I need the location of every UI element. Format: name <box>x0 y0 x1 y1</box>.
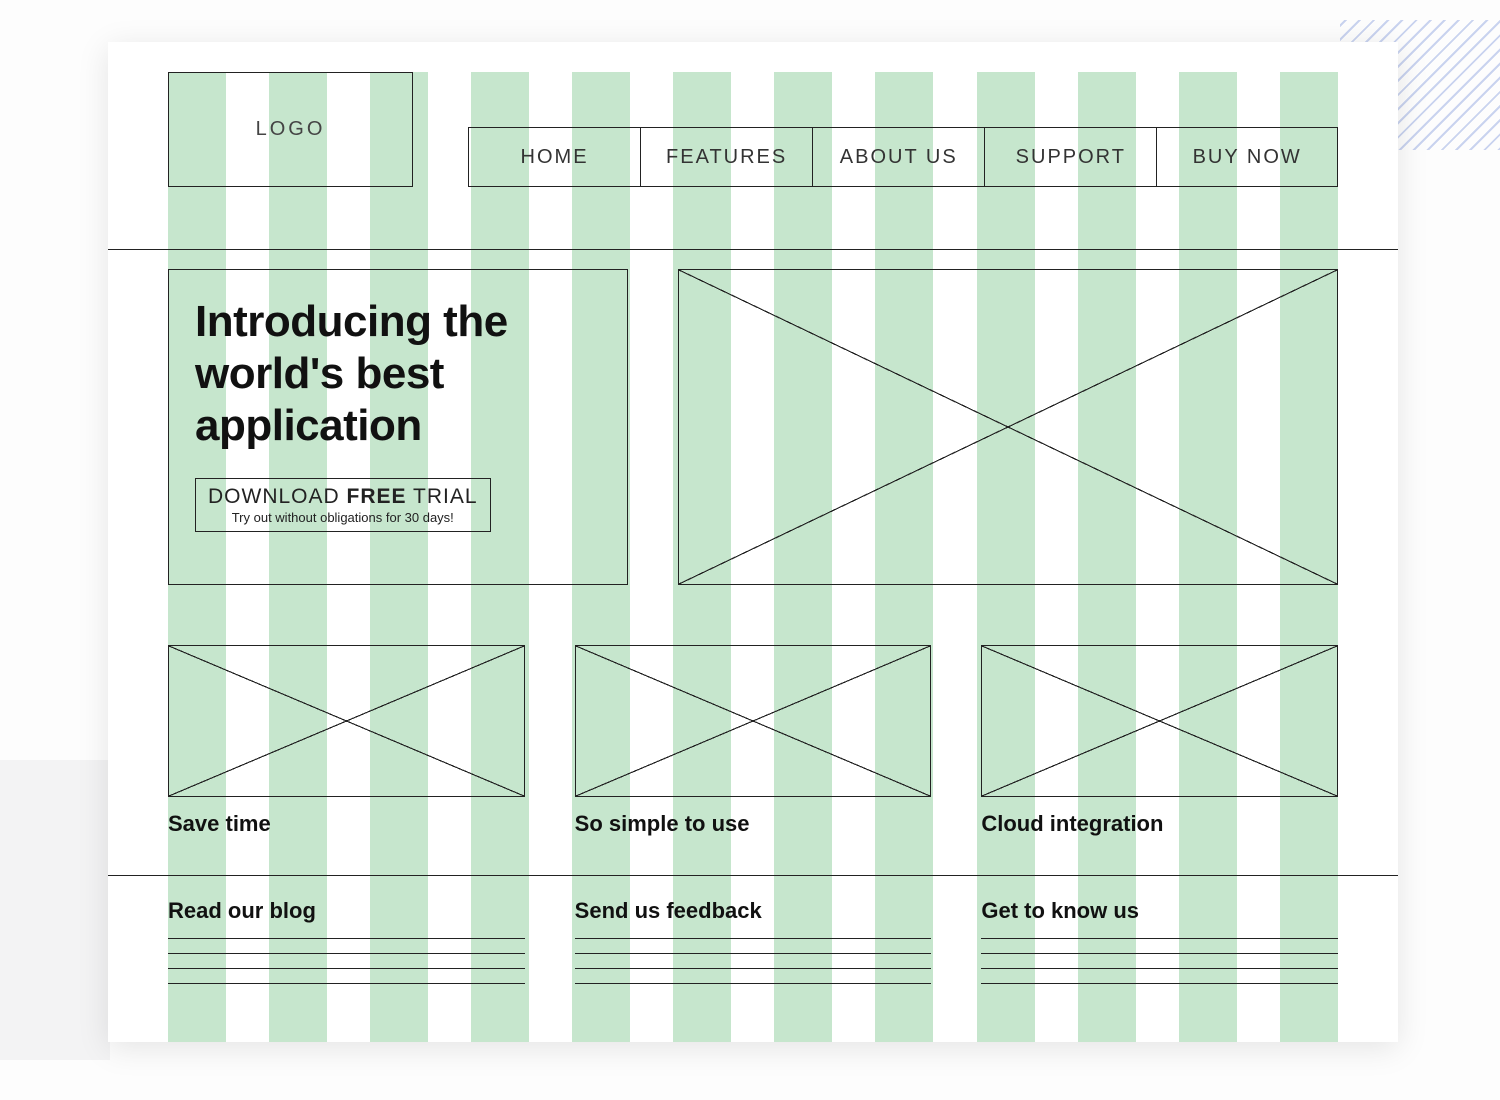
feature-label: Save time <box>168 811 525 837</box>
hero-title: Introducing the world's best application <box>195 296 601 452</box>
main-nav: HOME FEATURES ABOUT US SUPPORT BUY NOW <box>468 127 1338 187</box>
section-divider <box>108 875 1398 876</box>
wireframe-canvas: LOGO HOME FEATURES ABOUT US SUPPORT BUY … <box>108 42 1398 1042</box>
footer-title[interactable]: Send us feedback <box>575 898 932 924</box>
nav-home[interactable]: HOME <box>469 128 641 186</box>
footer-title[interactable]: Read our blog <box>168 898 525 924</box>
hero-section: Introducing the world's best application… <box>168 269 1338 585</box>
download-trial-button[interactable]: DOWNLOAD FREE TRIAL Try out without obli… <box>195 478 491 532</box>
feature-card-3: Cloud integration <box>981 645 1338 837</box>
feature-image-placeholder <box>168 645 525 797</box>
cta-prefix: DOWNLOAD <box>208 485 347 508</box>
cta-subtext: Try out without obligations for 30 days! <box>208 510 478 525</box>
footer-col-about: Get to know us <box>981 898 1338 984</box>
footer-title[interactable]: Get to know us <box>981 898 1338 924</box>
logo-placeholder[interactable]: LOGO <box>168 72 413 187</box>
nav-about-us[interactable]: ABOUT US <box>813 128 985 186</box>
text-line-placeholder <box>981 938 1338 939</box>
site-header: LOGO HOME FEATURES ABOUT US SUPPORT BUY … <box>168 72 1338 187</box>
text-line-placeholder <box>168 983 525 984</box>
nav-support[interactable]: SUPPORT <box>985 128 1157 186</box>
feature-card-2: So simple to use <box>575 645 932 837</box>
feature-card-1: Save time <box>168 645 525 837</box>
text-line-placeholder <box>575 953 932 954</box>
feature-label: So simple to use <box>575 811 932 837</box>
text-line-placeholder <box>168 953 525 954</box>
text-line-placeholder <box>981 953 1338 954</box>
feature-image-placeholder <box>981 645 1338 797</box>
text-line-placeholder <box>575 983 932 984</box>
text-line-placeholder <box>981 983 1338 984</box>
hero-text-block: Introducing the world's best application… <box>168 269 628 585</box>
footer-col-blog: Read our blog <box>168 898 525 984</box>
feature-label: Cloud integration <box>981 811 1338 837</box>
nav-buy-now[interactable]: BUY NOW <box>1157 128 1338 186</box>
feature-image-placeholder <box>575 645 932 797</box>
features-row: Save time So simple to use Cloud integra… <box>168 645 1338 837</box>
footer-col-feedback: Send us feedback <box>575 898 932 984</box>
text-line-placeholder <box>575 968 932 969</box>
footer-links: Read our blog Send us feedback Get to kn… <box>168 898 1338 984</box>
decorative-block <box>0 760 110 1060</box>
text-line-placeholder <box>981 968 1338 969</box>
cta-suffix: TRIAL <box>407 485 478 508</box>
hero-image-placeholder <box>678 269 1338 585</box>
text-line-placeholder <box>575 938 932 939</box>
cta-main-line: DOWNLOAD FREE TRIAL <box>208 485 478 509</box>
nav-features[interactable]: FEATURES <box>641 128 813 186</box>
text-line-placeholder <box>168 968 525 969</box>
text-line-placeholder <box>168 938 525 939</box>
cta-strong: FREE <box>347 485 407 508</box>
